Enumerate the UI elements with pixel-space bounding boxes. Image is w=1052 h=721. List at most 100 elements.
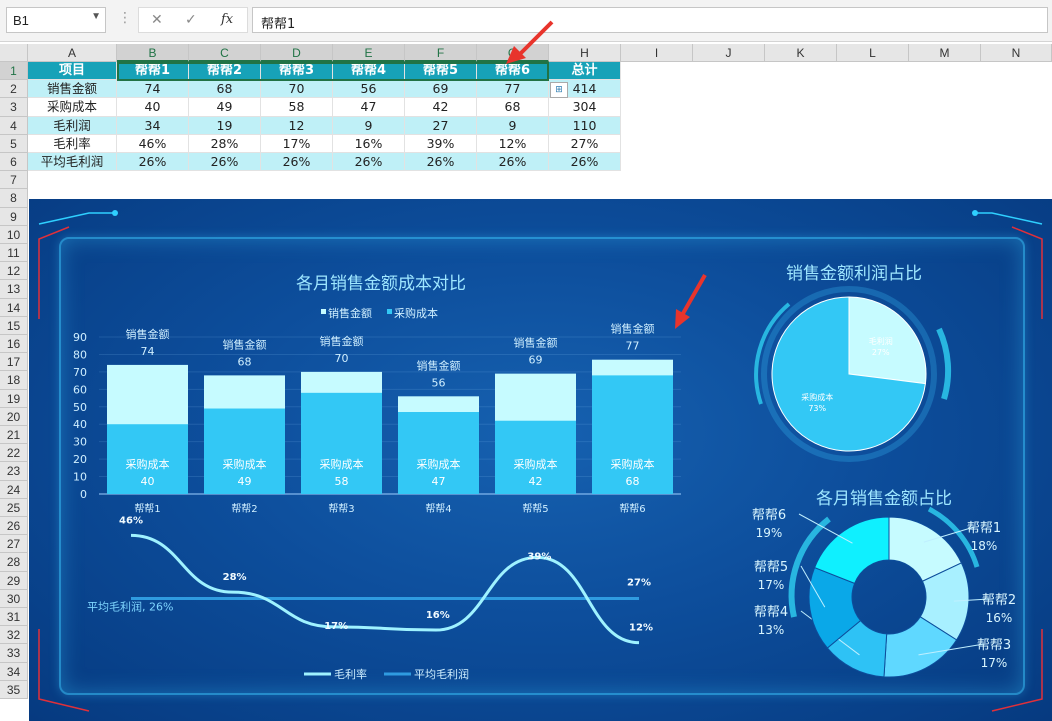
table-cell[interactable]: 46% bbox=[117, 134, 189, 153]
row-header-2[interactable]: 2 bbox=[0, 80, 28, 99]
table-cell[interactable]: 26% bbox=[261, 153, 333, 172]
row-header-26[interactable]: 26 bbox=[0, 517, 28, 536]
row-header-6[interactable]: 6 bbox=[0, 153, 28, 172]
row-header-5[interactable]: 5 bbox=[0, 134, 28, 153]
table-cell[interactable]: 42 bbox=[405, 98, 477, 117]
table-cell[interactable]: 26% bbox=[477, 153, 549, 172]
table-cell[interactable]: 26% bbox=[333, 153, 405, 172]
column-header-N[interactable]: N bbox=[981, 44, 1052, 62]
row-header-1[interactable]: 1 bbox=[0, 62, 28, 81]
table-cell[interactable]: 26% bbox=[117, 153, 189, 172]
table-cell[interactable]: 28% bbox=[189, 134, 261, 153]
column-header-B[interactable]: B bbox=[117, 44, 189, 62]
row-header-9[interactable]: 9 bbox=[0, 207, 28, 226]
name-box[interactable]: B1 ▼ bbox=[6, 7, 106, 33]
column-header-L[interactable]: L bbox=[837, 44, 909, 62]
table-cell[interactable]: 58 bbox=[261, 98, 333, 117]
row-header-30[interactable]: 30 bbox=[0, 589, 28, 608]
row-header-12[interactable]: 12 bbox=[0, 262, 28, 281]
row-header-3[interactable]: 3 bbox=[0, 98, 28, 117]
table-cell[interactable]: 9 bbox=[477, 116, 549, 135]
row-header-21[interactable]: 21 bbox=[0, 426, 28, 445]
column-header-C[interactable]: C bbox=[189, 44, 261, 62]
column-header-F[interactable]: F bbox=[405, 44, 477, 62]
table-header-cell[interactable]: 帮帮3 bbox=[261, 62, 333, 81]
table-header-cell[interactable]: 帮帮4 bbox=[333, 62, 405, 81]
table-cell[interactable]: 304 bbox=[549, 98, 621, 117]
row-header-7[interactable]: 7 bbox=[0, 171, 28, 190]
row-header-29[interactable]: 29 bbox=[0, 571, 28, 590]
table-cell[interactable]: 采购成本 bbox=[28, 98, 117, 117]
table-cell[interactable]: 70 bbox=[261, 80, 333, 99]
column-header-K[interactable]: K bbox=[765, 44, 837, 62]
column-header-J[interactable]: J bbox=[693, 44, 765, 62]
table-cell[interactable]: 39% bbox=[405, 134, 477, 153]
table-cell[interactable]: 17% bbox=[261, 134, 333, 153]
table-cell[interactable]: 69 bbox=[405, 80, 477, 99]
table-header-cell[interactable]: 帮帮2 bbox=[189, 62, 261, 81]
chevron-down-icon[interactable]: ▼ bbox=[91, 11, 101, 22]
row-header-16[interactable]: 16 bbox=[0, 335, 28, 354]
table-cell[interactable]: 12 bbox=[261, 116, 333, 135]
row-header-32[interactable]: 32 bbox=[0, 626, 28, 645]
column-header-A[interactable]: A bbox=[28, 44, 117, 62]
insert-function-icon[interactable]: fx bbox=[221, 12, 233, 27]
row-header-17[interactable]: 17 bbox=[0, 353, 28, 372]
table-cell[interactable]: 9 bbox=[333, 116, 405, 135]
table-cell[interactable]: 110 bbox=[549, 116, 621, 135]
row-header-15[interactable]: 15 bbox=[0, 316, 28, 335]
table-header-cell[interactable]: 项目 bbox=[28, 62, 117, 81]
formula-input[interactable]: 帮帮1 bbox=[252, 7, 1048, 33]
table-header-cell[interactable]: 帮帮5 bbox=[405, 62, 477, 81]
select-all-corner[interactable] bbox=[0, 44, 28, 62]
table-cell[interactable]: 74 bbox=[117, 80, 189, 99]
table-cell[interactable]: 19 bbox=[189, 116, 261, 135]
row-header-22[interactable]: 22 bbox=[0, 444, 28, 463]
table-cell[interactable]: 16% bbox=[333, 134, 405, 153]
row-header-27[interactable]: 27 bbox=[0, 535, 28, 554]
row-header-10[interactable]: 10 bbox=[0, 225, 28, 244]
row-header-13[interactable]: 13 bbox=[0, 280, 28, 299]
check-icon[interactable]: ✓ bbox=[185, 12, 197, 28]
table-cell[interactable]: 26% bbox=[189, 153, 261, 172]
table-cell[interactable]: 26% bbox=[405, 153, 477, 172]
column-header-E[interactable]: E bbox=[333, 44, 405, 62]
table-cell[interactable]: 毛利润 bbox=[28, 116, 117, 135]
dashboard-panel[interactable]: 各月销售金额成本对比 销售金额 采购成本 0 10 20 30 40 50 60 70 80 90 销售金… bbox=[29, 199, 1052, 721]
table-cell[interactable]: 27% bbox=[549, 134, 621, 153]
table-cell[interactable]: 68 bbox=[189, 80, 261, 99]
table-cell[interactable]: 77 bbox=[477, 80, 549, 99]
table-cell[interactable]: 12% bbox=[477, 134, 549, 153]
column-header-M[interactable]: M bbox=[909, 44, 981, 62]
table-cell[interactable]: 毛利率 bbox=[28, 134, 117, 153]
table-cell[interactable]: 34 bbox=[117, 116, 189, 135]
table-header-cell[interactable]: 帮帮1 bbox=[117, 62, 189, 81]
table-cell[interactable]: 68 bbox=[477, 98, 549, 117]
row-header-33[interactable]: 33 bbox=[0, 644, 28, 663]
row-header-25[interactable]: 25 bbox=[0, 498, 28, 517]
table-cell[interactable]: 平均毛利润 bbox=[28, 153, 117, 172]
table-cell[interactable]: 销售金额 bbox=[28, 80, 117, 99]
row-header-28[interactable]: 28 bbox=[0, 553, 28, 572]
row-header-23[interactable]: 23 bbox=[0, 462, 28, 481]
row-header-19[interactable]: 19 bbox=[0, 389, 28, 408]
table-cell[interactable]: 26% bbox=[549, 153, 621, 172]
row-header-11[interactable]: 11 bbox=[0, 244, 28, 263]
row-header-14[interactable]: 14 bbox=[0, 298, 28, 317]
row-header-31[interactable]: 31 bbox=[0, 608, 28, 627]
table-cell[interactable]: 40 bbox=[117, 98, 189, 117]
table-cell[interactable]: 49 bbox=[189, 98, 261, 117]
column-header-D[interactable]: D bbox=[261, 44, 333, 62]
row-header-18[interactable]: 18 bbox=[0, 371, 28, 390]
row-header-24[interactable]: 24 bbox=[0, 480, 28, 499]
quick-analysis-icon[interactable]: ⊞ bbox=[550, 82, 568, 98]
table-cell[interactable]: 56 bbox=[333, 80, 405, 99]
cancel-icon[interactable]: ✕ bbox=[151, 12, 163, 28]
column-header-I[interactable]: I bbox=[621, 44, 693, 62]
row-header-34[interactable]: 34 bbox=[0, 662, 28, 681]
row-header-8[interactable]: 8 bbox=[0, 189, 28, 208]
row-header-35[interactable]: 35 bbox=[0, 680, 28, 699]
row-header-20[interactable]: 20 bbox=[0, 407, 28, 426]
table-cell[interactable]: 27 bbox=[405, 116, 477, 135]
row-header-4[interactable]: 4 bbox=[0, 116, 28, 135]
